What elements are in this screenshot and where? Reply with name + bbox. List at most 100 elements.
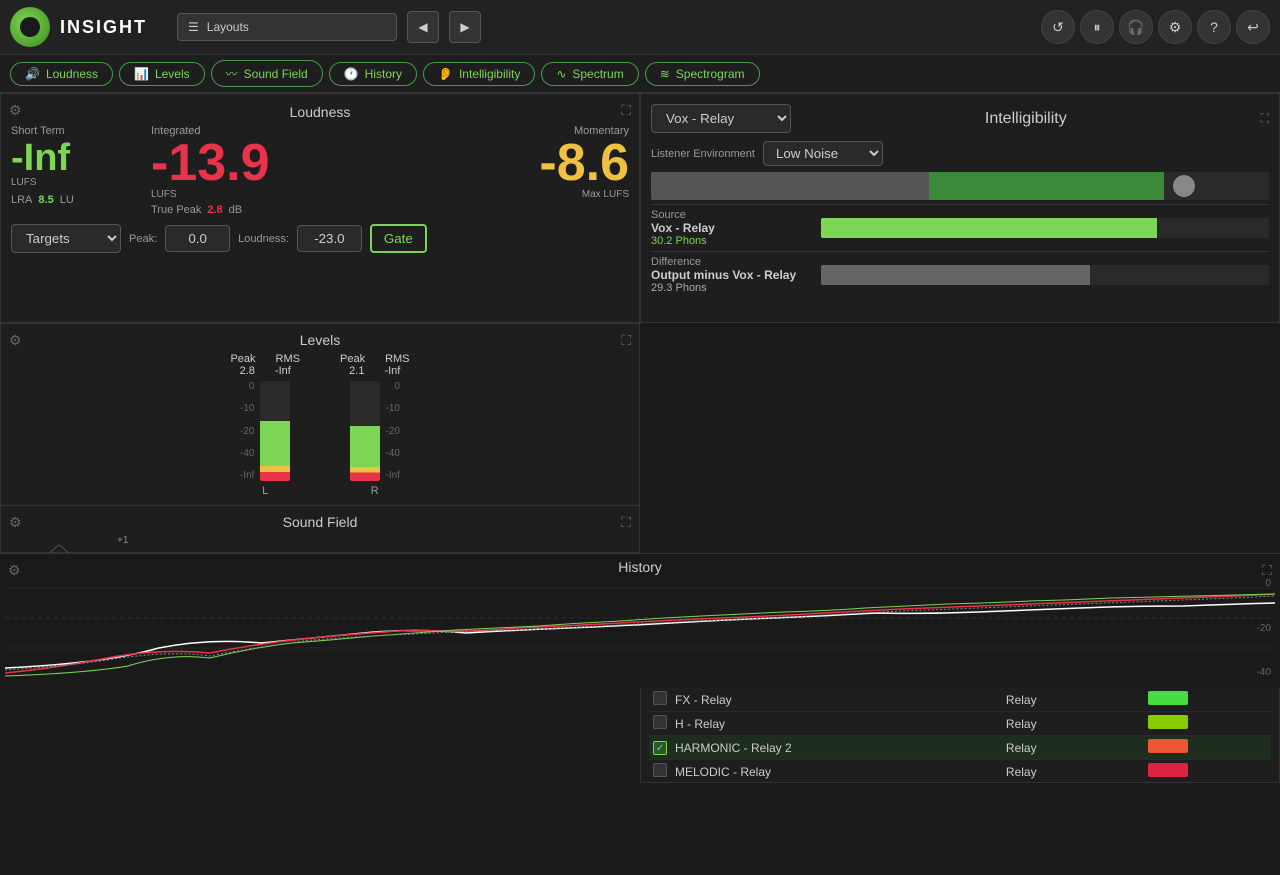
listener-label: Listener Environment — [651, 148, 755, 160]
top-bar: INSIGHT ☰ Layouts ◀ ▶ ↺ ⏸ 🎧 ⚙ ? ↩ — [0, 0, 1280, 55]
tab-spectrogram[interactable]: ≋ Spectrogram — [645, 62, 760, 86]
levels-title: Levels — [9, 332, 631, 348]
levels-expand-icon[interactable]: ⛶ — [621, 332, 631, 349]
right-ch-label: R — [371, 485, 379, 497]
tab-history[interactable]: 🕐 History — [329, 62, 417, 86]
loudness-controls: Targets Peak: Loudness: Gate — [11, 224, 629, 253]
spec-row-color[interactable] — [1148, 763, 1188, 777]
loudness-tab-icon: 🔊 — [25, 67, 40, 81]
intelligibility-panel: Vox - Relay Intelligibility ⛶ Listener E… — [640, 93, 1280, 323]
soundfield-title: Sound Field — [9, 514, 631, 530]
listener-dropdown[interactable]: Low Noise — [763, 141, 883, 166]
integrated-section: Integrated -13.9 LUFS True Peak 2.8 dB — [151, 125, 519, 216]
peak-input[interactable] — [165, 225, 230, 252]
right-rms-label: RMS — [385, 353, 409, 365]
headphones-button[interactable]: 🎧 — [1119, 10, 1153, 44]
left-peak-label: Peak — [230, 353, 255, 365]
right-peak-value: 2.1 — [349, 365, 364, 377]
table-row: HARMONIC - Relay 2 Relay — [649, 736, 1271, 760]
right-bar-fill — [350, 426, 380, 481]
momentary-unit: Max LUFS — [582, 189, 629, 200]
help-button[interactable]: ? — [1197, 10, 1231, 44]
intel-source-dropdown[interactable]: Vox - Relay — [651, 104, 791, 133]
spectrum-tab-label: Spectrum — [572, 67, 623, 81]
history-gear-icon[interactable]: ⚙ — [8, 562, 21, 579]
intel-top-bar — [651, 172, 1269, 200]
intelligibility-title: Intelligibility — [801, 110, 1251, 128]
spec-row-checkbox[interactable] — [653, 691, 667, 705]
loudness-title: Loudness — [11, 104, 629, 120]
right-bar-wrap: 0-10-20-40-Inf — [350, 381, 400, 481]
right-scale: 0-10-20-40-Inf — [386, 381, 400, 481]
tab-soundfield[interactable]: 〰 Sound Field — [211, 60, 323, 87]
intel-header: Vox - Relay Intelligibility ⛶ — [651, 104, 1269, 133]
nav-tabs: 🔊 Loudness 📊 Levels 〰 Sound Field 🕐 Hist… — [0, 55, 1280, 93]
spec-row-name: FX - Relay — [671, 688, 1002, 712]
intel-source-label: Source Vox - Relay 30.2 Phons — [651, 209, 821, 247]
soundfield-gear-icon[interactable]: ⚙ — [9, 514, 22, 531]
loudness-tab-label: Loudness — [46, 67, 98, 81]
spectrogram-tab-label: Spectrogram — [676, 67, 745, 81]
levels-tab-icon: 📊 — [134, 67, 149, 81]
levels-tab-label: Levels — [155, 67, 190, 81]
spec-row-checkbox[interactable] — [653, 741, 667, 755]
history-expand-icon[interactable]: ⛶ — [1262, 562, 1272, 579]
gate-button[interactable]: Gate — [370, 224, 427, 253]
history-section: ⚙ History ⛶ 0 -20 -40 — [0, 553, 1280, 688]
table-row: MELODIC - Relay Relay — [649, 760, 1271, 784]
spec-row-color[interactable] — [1148, 739, 1188, 753]
spec-row-checkbox[interactable] — [653, 715, 667, 729]
short-term-value: -Inf — [11, 139, 70, 177]
left-meter-stats: Peak RMS — [230, 353, 300, 365]
tab-spectrum[interactable]: ∿ Spectrum — [541, 62, 638, 86]
left-bar-wrap: 0-10-20-40-Inf — [240, 381, 290, 481]
spec-row-color[interactable] — [1148, 715, 1188, 729]
spec-row-color[interactable] — [1148, 691, 1188, 705]
left-meter: Peak RMS 2.8 -Inf 0-10-20-40-Inf — [230, 353, 300, 497]
left-rms-label: RMS — [276, 353, 300, 365]
lra-unit: LU — [60, 194, 74, 206]
pause-button[interactable]: ⏸ — [1080, 10, 1114, 44]
spectrogram-tab-icon: ≋ — [660, 67, 670, 81]
short-term-label: Short Term — [11, 125, 65, 137]
intel-bar-gray — [651, 172, 929, 200]
spec-row-plugin: Relay — [1002, 736, 1144, 760]
app-title: INSIGHT — [60, 17, 147, 38]
settings-button[interactable]: ⚙ — [1158, 10, 1192, 44]
intel-ball — [1173, 175, 1195, 197]
loudness-metrics: Short Term -Inf LUFS LRA 8.5 LU Integrat… — [11, 125, 629, 216]
history-chart: 0 -20 -40 — [5, 578, 1275, 678]
right-rms-value: -Inf — [384, 365, 400, 377]
integrated-value: -13.9 — [151, 137, 270, 189]
diff-label-text: Difference — [651, 256, 821, 268]
spec-row-checkbox[interactable] — [653, 763, 667, 777]
intel-expand-icon[interactable]: ⛶ — [1261, 111, 1269, 126]
lra-row: LRA 8.5 LU — [11, 194, 74, 206]
listener-row: Listener Environment Low Noise — [651, 141, 1269, 166]
targets-dropdown[interactable]: Targets — [11, 224, 121, 253]
reset-button[interactable]: ↺ — [1041, 10, 1075, 44]
left-bar-bg — [260, 381, 290, 481]
true-peak-label: True Peak — [151, 204, 201, 216]
momentary-value: -8.6 — [539, 137, 629, 189]
app-logo — [10, 7, 50, 47]
layouts-dropdown[interactable]: ☰ Layouts — [177, 13, 397, 41]
arrow-button[interactable]: ↩ — [1236, 10, 1270, 44]
diff-name: Output minus Vox - Relay — [651, 268, 821, 282]
soundfield-expand-icon[interactable]: ⛶ — [621, 514, 631, 531]
tab-intelligibility[interactable]: 👂 Intelligibility — [423, 62, 535, 86]
loudness-input[interactable] — [297, 225, 362, 252]
right-meter-stats: Peak RMS — [340, 353, 410, 365]
history-title: History — [5, 559, 1275, 575]
tab-loudness[interactable]: 🔊 Loudness — [10, 62, 113, 86]
loudness-expand-icon[interactable]: ⛶ — [621, 102, 631, 119]
levels-gear-icon[interactable]: ⚙ — [9, 332, 22, 349]
intel-source-row: Source Vox - Relay 30.2 Phons — [651, 204, 1269, 251]
forward-button[interactable]: ▶ — [449, 11, 481, 43]
left-bar-fill — [260, 421, 290, 481]
back-button[interactable]: ◀ — [407, 11, 439, 43]
tab-levels[interactable]: 📊 Levels — [119, 62, 205, 86]
loudness-gear-icon[interactable]: ⚙ — [9, 102, 22, 119]
left-rms-value: -Inf — [275, 365, 291, 377]
source-label-text: Source — [651, 209, 821, 221]
